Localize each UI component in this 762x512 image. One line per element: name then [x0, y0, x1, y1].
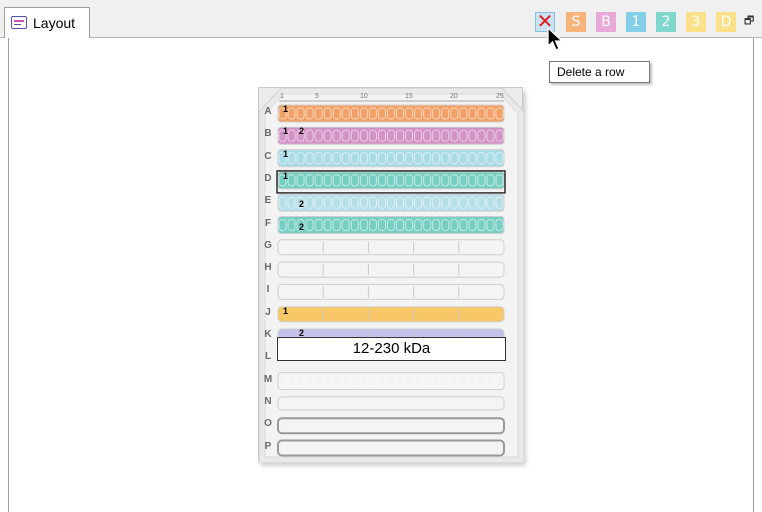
row-label-p: P	[264, 440, 272, 452]
row-label-d: D	[264, 172, 272, 184]
ladder-label[interactable]: 12-230 kDa	[277, 337, 506, 361]
row-label-n: N	[264, 395, 272, 407]
lane-number: 1	[283, 104, 289, 114]
row-label-i: I	[266, 284, 270, 296]
ruler-tick-label: 25	[496, 93, 504, 100]
mouse-pointer-icon	[547, 27, 564, 51]
layout-window: Layout ✕ S B 1 2 3 D 🗗 1 5 10 15 20 25 A 1 B 1 2 C 1…	[0, 0, 762, 512]
row-label-j: J	[265, 306, 271, 318]
row-label-o: O	[264, 418, 272, 430]
restore-window-icon[interactable]: 🗗	[744, 12, 758, 27]
gel-row-o	[277, 417, 505, 435]
row-label-g: G	[264, 239, 272, 251]
gel-plate-graphic	[259, 88, 524, 463]
tab-layout-label: Layout	[33, 15, 76, 31]
lane-number: 1	[283, 170, 289, 181]
ruler-tick-label: 15	[405, 93, 413, 100]
dilution-button[interactable]: D	[716, 12, 736, 32]
gel-row-n	[277, 396, 505, 411]
group-1-button[interactable]: 1	[626, 12, 646, 32]
tab-layout[interactable]: Layout	[4, 7, 90, 38]
row-label-k: K	[264, 329, 272, 340]
ruler-tick-label: 1	[280, 93, 284, 100]
row-label-l: L	[264, 351, 272, 363]
layout-icon	[11, 16, 27, 29]
lane-number: 2	[299, 126, 305, 137]
ruler-tick-label: 20	[450, 93, 458, 100]
row-label-h: H	[264, 262, 272, 274]
row-label-m: M	[263, 373, 273, 385]
lane-number: 1	[283, 305, 289, 316]
ruler-tick-label: 5	[315, 93, 319, 100]
gel-plate	[258, 87, 524, 463]
ruler-tick-label: 10	[360, 93, 368, 100]
tab-strip: Layout ✕ S B 1 2 3 D 🗗	[0, 0, 762, 38]
sample-button[interactable]: S	[566, 12, 586, 32]
gel-row-j	[277, 306, 505, 323]
blank-button[interactable]: B	[596, 12, 616, 32]
lane-number: 2	[299, 199, 305, 210]
gel-row-p	[277, 439, 505, 457]
row-label-c: C	[264, 150, 272, 162]
gel-row-i	[277, 283, 505, 300]
lane-number: 2	[299, 221, 305, 232]
row-label-b: B	[264, 128, 272, 140]
row-label-f: F	[264, 217, 272, 229]
gel-row-h	[277, 261, 505, 278]
group-3-button[interactable]: 3	[686, 12, 706, 32]
row-label-e: E	[264, 195, 272, 207]
lane-number: 1	[283, 126, 289, 137]
lane-number: 1	[283, 148, 289, 159]
row-label-a: A	[264, 106, 272, 117]
group-2-button[interactable]: 2	[656, 12, 676, 32]
gel-row-g	[277, 239, 505, 256]
tooltip-delete-row: Delete a row	[549, 61, 650, 83]
